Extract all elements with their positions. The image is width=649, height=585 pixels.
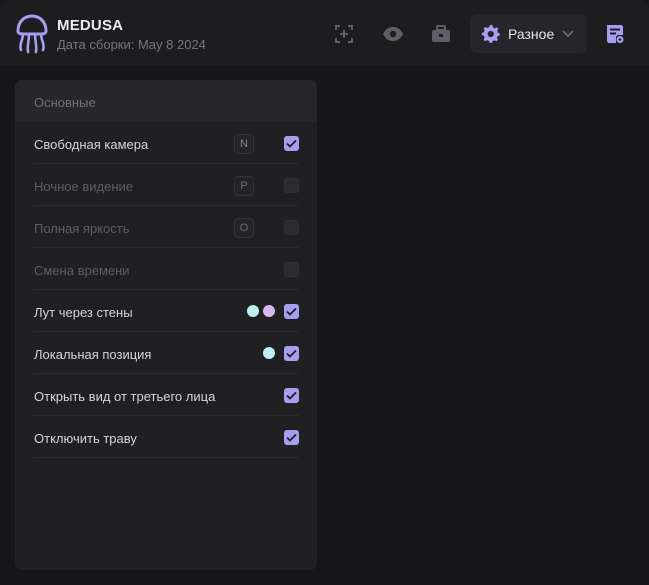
setting-row[interactable]: Полная яркость O	[34, 206, 299, 248]
build-date: Дата сборки: May 8 2024	[57, 37, 206, 52]
color-picker-swatch[interactable]	[263, 305, 275, 317]
setting-label: Смена времени	[34, 263, 130, 278]
setting-row[interactable]: Свободная камера N	[34, 122, 299, 164]
jellyfish-logo-icon	[16, 14, 48, 54]
setting-row[interactable]: Ночное видение P	[34, 164, 299, 206]
toggle-checkbox[interactable]	[284, 178, 299, 193]
toggle-checkbox[interactable]	[284, 304, 299, 319]
dropdown-label: Разное	[508, 26, 555, 42]
eye-button[interactable]	[378, 19, 408, 49]
crosshair-focus-button[interactable]	[329, 19, 359, 49]
checkmark-icon	[286, 349, 297, 358]
setting-label: Лут через стены	[34, 305, 133, 320]
settings-list: Свободная камера N Ночное видение P Полная я…	[15, 122, 317, 458]
setting-row[interactable]: Отключить траву	[34, 416, 299, 458]
chevron-down-icon	[562, 30, 574, 38]
setting-label: Открыть вид от третьего лица	[34, 389, 216, 404]
toggle-checkbox[interactable]	[284, 262, 299, 277]
category-dropdown[interactable]: Разное	[470, 14, 587, 53]
toggle-checkbox[interactable]	[284, 430, 299, 445]
setting-row[interactable]: Локальная позиция	[34, 332, 299, 374]
setting-label: Отключить траву	[34, 431, 137, 446]
checkmark-icon	[286, 391, 297, 400]
eye-icon	[383, 27, 403, 41]
script-list-button[interactable]	[600, 19, 630, 49]
setting-label: Локальная позиция	[34, 347, 152, 362]
setting-label: Ночное видение	[34, 179, 134, 194]
keybind-badge[interactable]: N	[234, 134, 254, 154]
setting-row[interactable]: Открыть вид от третьего лица	[34, 374, 299, 416]
checkmark-icon	[286, 139, 297, 148]
settings-gear-icon	[481, 24, 500, 43]
toggle-checkbox[interactable]	[284, 388, 299, 403]
setting-label: Свободная камера	[34, 137, 149, 152]
main-settings-panel: Основные Свободная камера N Ночное видение…	[15, 80, 317, 570]
keybind-badge[interactable]: O	[234, 218, 254, 238]
setting-label: Полная яркость	[34, 221, 130, 236]
setting-row[interactable]: Смена времени	[34, 248, 299, 290]
script-list-icon	[607, 25, 624, 43]
color-picker-swatch[interactable]	[263, 347, 275, 359]
toggle-checkbox[interactable]	[284, 346, 299, 361]
color-picker-swatch[interactable]	[247, 305, 259, 317]
checkmark-icon	[286, 433, 297, 442]
briefcase-button[interactable]	[426, 19, 456, 49]
app-window: MEDUSA Дата сборки: May 8 2024 Разное Ос…	[0, 0, 649, 585]
app-name: MEDUSA	[57, 17, 124, 34]
panel-title: Основные	[34, 95, 96, 110]
toggle-checkbox[interactable]	[284, 220, 299, 235]
briefcase-icon	[432, 25, 450, 42]
crosshair-focus-icon	[335, 25, 353, 43]
setting-row[interactable]: Лут через стены	[34, 290, 299, 332]
checkmark-icon	[286, 307, 297, 316]
toggle-checkbox[interactable]	[284, 136, 299, 151]
panel-header: Основные	[15, 80, 317, 122]
header-bar: MEDUSA Дата сборки: May 8 2024 Разное	[0, 0, 649, 66]
keybind-badge[interactable]: P	[234, 176, 254, 196]
